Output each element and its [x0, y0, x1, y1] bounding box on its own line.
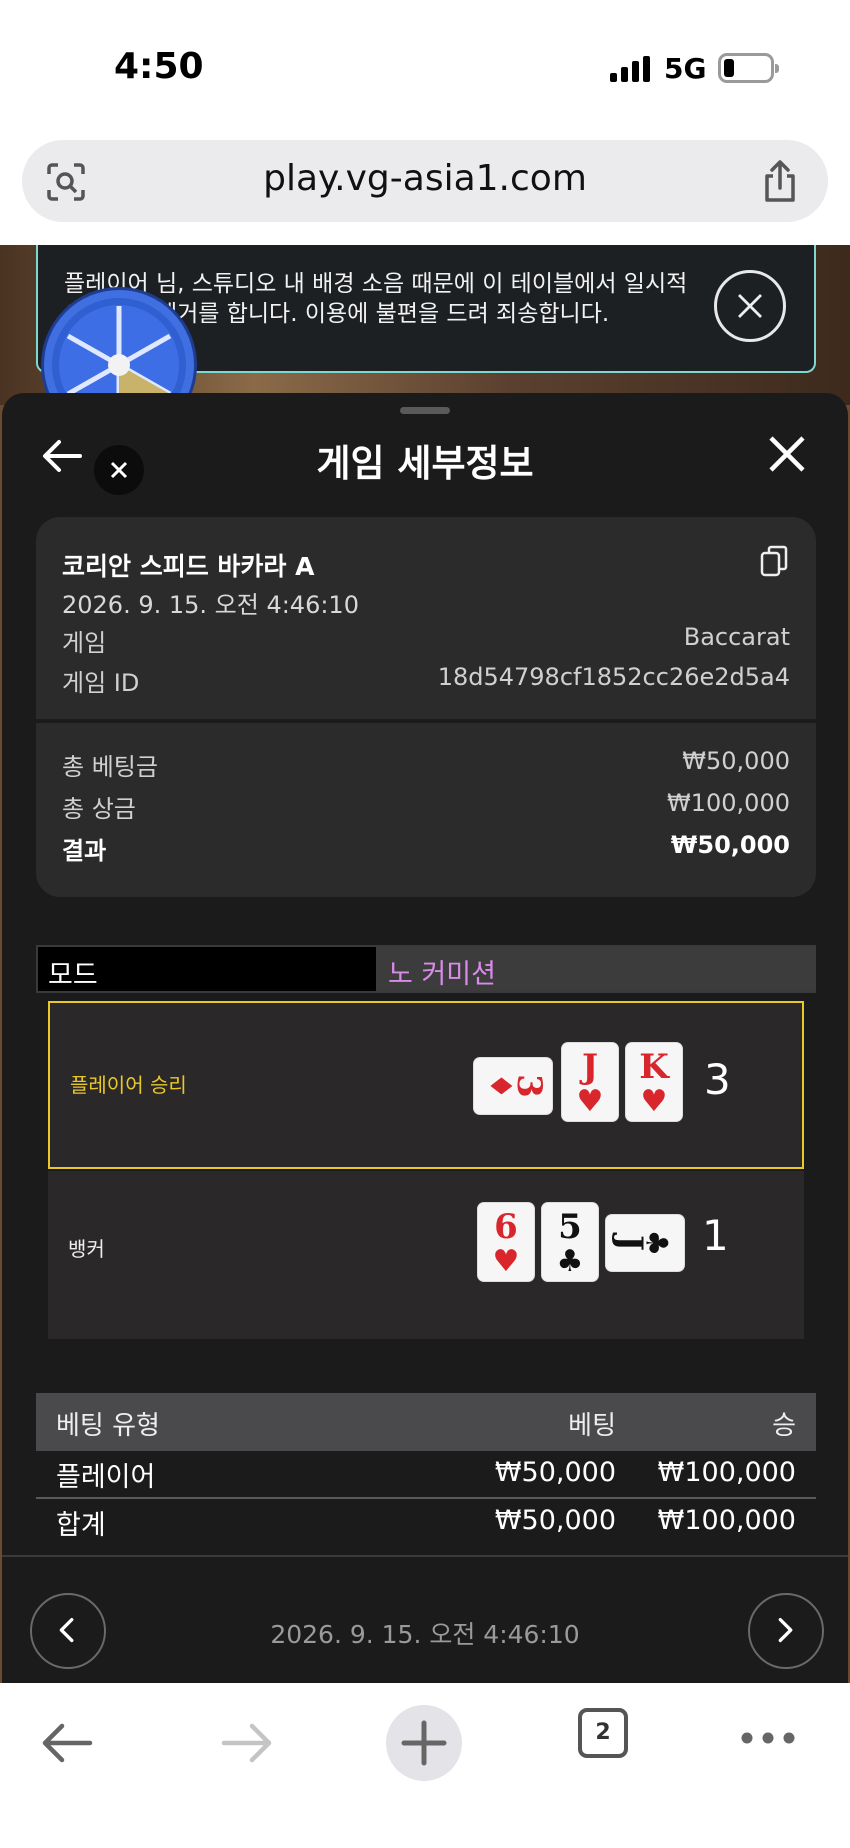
url-text[interactable]: play.vg-asia1.com	[22, 158, 828, 199]
col-win: 승	[772, 1411, 796, 1441]
copy-icon[interactable]	[760, 545, 788, 577]
close-icon[interactable]	[768, 435, 806, 473]
clock: 4:50	[114, 46, 204, 87]
battery-icon	[718, 53, 779, 83]
network-label: 5G	[664, 52, 707, 85]
game-id-value: 18d54798cf1852cc26e2d5a4	[437, 663, 790, 691]
banker-result-label: 뱅커	[68, 1237, 105, 1261]
row-win: ₩100,000	[657, 1457, 796, 1488]
notice-close-icon[interactable]	[714, 270, 786, 342]
footer-datetime: 2026. 9. 15. 오전 4:46:10	[270, 1620, 580, 1649]
bet-table-header: 베팅 유형 베팅 승	[36, 1393, 816, 1451]
footer-divider	[2, 1555, 848, 1557]
signal-icon	[610, 56, 652, 82]
result-value: ₩50,000	[670, 831, 790, 859]
game-details-sheet: 게임 세부정보 코리안 스피드 바카라 A 2026. 9. 15. 오전 4:…	[2, 393, 848, 1683]
table-row: 플레이어 ₩50,000 ₩100,000	[36, 1451, 816, 1499]
back-icon[interactable]	[40, 1721, 94, 1765]
sheet-grab-handle[interactable]	[400, 407, 450, 414]
card-divider	[36, 719, 816, 723]
browser-toolbar: 2	[0, 1683, 850, 1848]
address-bar[interactable]: play.vg-asia1.com	[22, 140, 828, 222]
player-result-label: 플레이어 승리	[70, 1073, 187, 1097]
total-payout-label: 총 상금	[62, 795, 136, 823]
banker-card-3: J ♣	[606, 1215, 684, 1271]
forward-icon[interactable]	[220, 1721, 274, 1765]
row-bet: ₩50,000	[494, 1457, 616, 1488]
game-id-label: 게임 ID	[62, 669, 140, 697]
game-viewport: 플레이어 님, 스튜디오 내 배경 소음 때문에 이 테이블에서 일시적으로 소…	[0, 245, 850, 1683]
game-datetime: 2026. 9. 15. 오전 4:46:10	[62, 591, 359, 619]
game-type-value: Baccarat	[683, 623, 790, 651]
row-type: 플레이어	[56, 1462, 156, 1493]
total-type: 합계	[56, 1510, 106, 1541]
banker-card-2: 5 ♣	[542, 1203, 598, 1281]
mode-value: 노 커미션	[388, 959, 496, 990]
player-card-1: ♦ 3	[474, 1058, 552, 1114]
total-bet-label: 총 베팅금	[62, 753, 158, 781]
sheet-title: 게임 세부정보	[316, 442, 534, 485]
player-card-2: J ♥	[562, 1043, 618, 1121]
result-label: 결과	[62, 837, 107, 865]
player-score: 3	[704, 1055, 731, 1104]
game-type-label: 게임	[62, 629, 107, 657]
share-icon[interactable]	[760, 160, 800, 204]
game-name: 코리안 스피드 바카라 A	[62, 552, 315, 581]
banker-card-1: 6 ♥	[478, 1203, 534, 1281]
banker-hand: 뱅커 6 ♥ 5 ♣ J ♣ 1	[48, 1171, 804, 1339]
status-bar: 4:50 5G	[0, 0, 850, 135]
mode-value-cell: 노 커미션	[376, 947, 816, 991]
player-hand: 플레이어 승리 ♦ 3 J ♥ K ♥ 3	[48, 1001, 804, 1169]
player-card-3: K ♥	[626, 1043, 682, 1121]
banker-score: 1	[702, 1211, 729, 1260]
next-round-button[interactable]	[748, 1593, 824, 1669]
total-payout-value: ₩100,000	[667, 789, 790, 817]
game-summary-card: 코리안 스피드 바카라 A 2026. 9. 15. 오전 4:46:10 게임…	[36, 517, 816, 897]
bet-table: 베팅 유형 베팅 승 플레이어 ₩50,000 ₩100,000 합계 ₩50,…	[36, 1393, 816, 1547]
col-bet-type: 베팅 유형	[56, 1411, 160, 1441]
table-row-total: 합계 ₩50,000 ₩100,000	[36, 1499, 816, 1547]
mode-row: 모드 노 커미션	[36, 945, 816, 993]
col-bet: 베팅	[568, 1411, 616, 1441]
mode-label: 모드	[48, 960, 98, 991]
new-tab-button[interactable]	[386, 1705, 462, 1781]
total-bet-value: ₩50,000	[682, 747, 790, 775]
tabs-button[interactable]: 2	[578, 1708, 628, 1758]
more-icon[interactable]	[740, 1731, 796, 1745]
total-bet: ₩50,000	[494, 1505, 616, 1536]
total-win: ₩100,000	[657, 1505, 796, 1536]
